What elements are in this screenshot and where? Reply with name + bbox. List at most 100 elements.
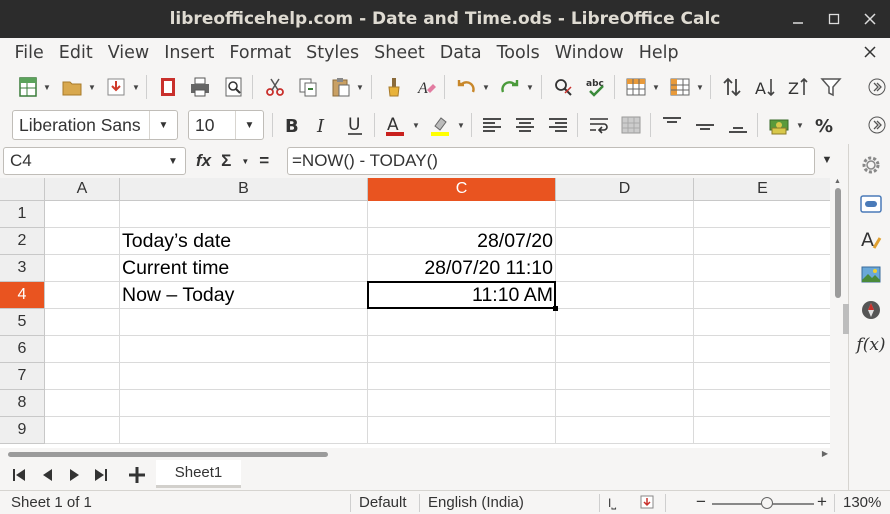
clear-formatting-button[interactable]: A (412, 73, 440, 101)
align-bottom-button[interactable] (724, 111, 752, 139)
cell-c8[interactable] (368, 390, 556, 417)
cell-d4[interactable] (556, 282, 694, 309)
close-window-button[interactable] (862, 11, 878, 27)
horizontal-scroll-thumb[interactable] (8, 452, 328, 457)
select-all-corner[interactable] (0, 178, 45, 201)
open-button[interactable] (58, 73, 86, 101)
column-header-b[interactable]: B (120, 178, 368, 201)
cell-b9[interactable] (120, 417, 368, 444)
sidebar-properties-button[interactable] (858, 191, 884, 217)
print-button[interactable] (186, 73, 214, 101)
sum-dropdown[interactable]: ▼ (241, 157, 249, 166)
font-size-dropdown[interactable]: ▼ (235, 111, 263, 139)
align-left-button[interactable] (478, 111, 506, 139)
insert-mode-icon[interactable]: I⎵ (608, 496, 616, 511)
sidebar-gallery-button[interactable] (858, 262, 884, 288)
name-box-dropdown[interactable]: ▼ (161, 148, 185, 174)
find-replace-button[interactable] (549, 73, 577, 101)
vertical-scroll-thumb[interactable] (835, 188, 841, 298)
sidebar-functions-button[interactable]: f(x) (856, 332, 885, 358)
cell-c1[interactable] (368, 201, 556, 228)
formula-input[interactable]: =NOW() - TODAY() (287, 147, 815, 175)
cell-c3[interactable]: 28/07/20 11:10 (368, 255, 556, 282)
autofilter-button[interactable] (817, 73, 845, 101)
center-vertically-button[interactable] (691, 111, 719, 139)
print-preview-button[interactable] (220, 73, 248, 101)
cell-e9[interactable] (694, 417, 830, 444)
cell-e6[interactable] (694, 336, 830, 363)
column-header-e[interactable]: E (694, 178, 830, 201)
horizontal-scrollbar[interactable]: ▶ (0, 448, 830, 460)
cell-e7[interactable] (694, 363, 830, 390)
autofill-handle[interactable] (553, 306, 558, 311)
cell-d7[interactable] (556, 363, 694, 390)
zoom-level[interactable]: 130% (843, 494, 881, 511)
language-status[interactable]: English (India) (428, 494, 524, 511)
currency-dropdown[interactable]: ▼ (795, 111, 805, 139)
sidebar-styles-button[interactable]: A (858, 226, 884, 252)
sheet-tab-sheet1[interactable]: Sheet1 (156, 460, 241, 488)
menu-format[interactable]: Format (222, 43, 299, 63)
highlight-color-button[interactable] (426, 111, 454, 139)
cell-d1[interactable] (556, 201, 694, 228)
cell-d2[interactable] (556, 228, 694, 255)
cell-d6[interactable] (556, 336, 694, 363)
paste-dropdown[interactable]: ▼ (355, 73, 365, 101)
menu-sheet[interactable]: Sheet (367, 43, 433, 63)
cell-b3[interactable]: Current time (120, 255, 368, 282)
previous-sheet-button[interactable] (37, 464, 59, 486)
menu-view[interactable]: View (100, 43, 157, 63)
next-sheet-button[interactable] (63, 464, 85, 486)
column-button[interactable] (666, 73, 694, 101)
wrap-text-button[interactable] (585, 111, 613, 139)
cell-d8[interactable] (556, 390, 694, 417)
merge-cells-button[interactable] (617, 111, 645, 139)
cell-a7[interactable] (45, 363, 120, 390)
highlight-color-dropdown[interactable]: ▼ (456, 111, 466, 139)
percent-format-button[interactable]: % (810, 111, 838, 139)
row-header-6[interactable]: 6 (0, 336, 45, 363)
first-sheet-button[interactable] (8, 464, 30, 486)
column-header-a[interactable]: A (45, 178, 120, 201)
save-dropdown[interactable]: ▼ (131, 73, 141, 101)
spelling-button[interactable]: abc (582, 73, 610, 101)
row-header-4[interactable]: 4 (0, 282, 45, 309)
paste-button[interactable] (326, 73, 354, 101)
cell-a6[interactable] (45, 336, 120, 363)
cell-a5[interactable] (45, 309, 120, 336)
new-button[interactable] (14, 73, 42, 101)
undo-button[interactable] (452, 73, 480, 101)
cell-a2[interactable] (45, 228, 120, 255)
add-sheet-button[interactable] (126, 464, 148, 486)
zoom-in-button[interactable]: + (817, 492, 827, 512)
column-header-c[interactable]: C (368, 178, 556, 201)
cell-a4[interactable] (45, 282, 120, 309)
sidebar-navigator-button[interactable] (858, 297, 884, 323)
column-dropdown[interactable]: ▼ (695, 73, 705, 101)
currency-format-button[interactable] (765, 111, 793, 139)
formula-button[interactable]: = (259, 151, 269, 171)
cell-a8[interactable] (45, 390, 120, 417)
row-button[interactable] (622, 73, 650, 101)
minimize-button[interactable] (790, 11, 806, 27)
row-header-1[interactable]: 1 (0, 201, 45, 228)
cell-e3[interactable] (694, 255, 830, 282)
clone-formatting-button[interactable] (380, 73, 408, 101)
column-header-d[interactable]: D (556, 178, 694, 201)
cell-b1[interactable] (120, 201, 368, 228)
align-center-button[interactable] (511, 111, 539, 139)
cell-c9[interactable] (368, 417, 556, 444)
copy-button[interactable] (294, 73, 322, 101)
cell-d5[interactable] (556, 309, 694, 336)
cell-d3[interactable] (556, 255, 694, 282)
menu-help[interactable]: Help (631, 43, 686, 63)
cell-c4[interactable]: 11:10 AM (368, 282, 556, 309)
bold-button[interactable]: B (277, 111, 305, 139)
export-pdf-button[interactable] (154, 73, 182, 101)
align-top-button[interactable] (658, 111, 686, 139)
align-right-button[interactable] (544, 111, 572, 139)
sheet-count[interactable]: Sheet 1 of 1 (11, 494, 92, 511)
cell-b5[interactable] (120, 309, 368, 336)
menu-insert[interactable]: Insert (157, 43, 222, 63)
close-document-button[interactable] (864, 43, 876, 63)
